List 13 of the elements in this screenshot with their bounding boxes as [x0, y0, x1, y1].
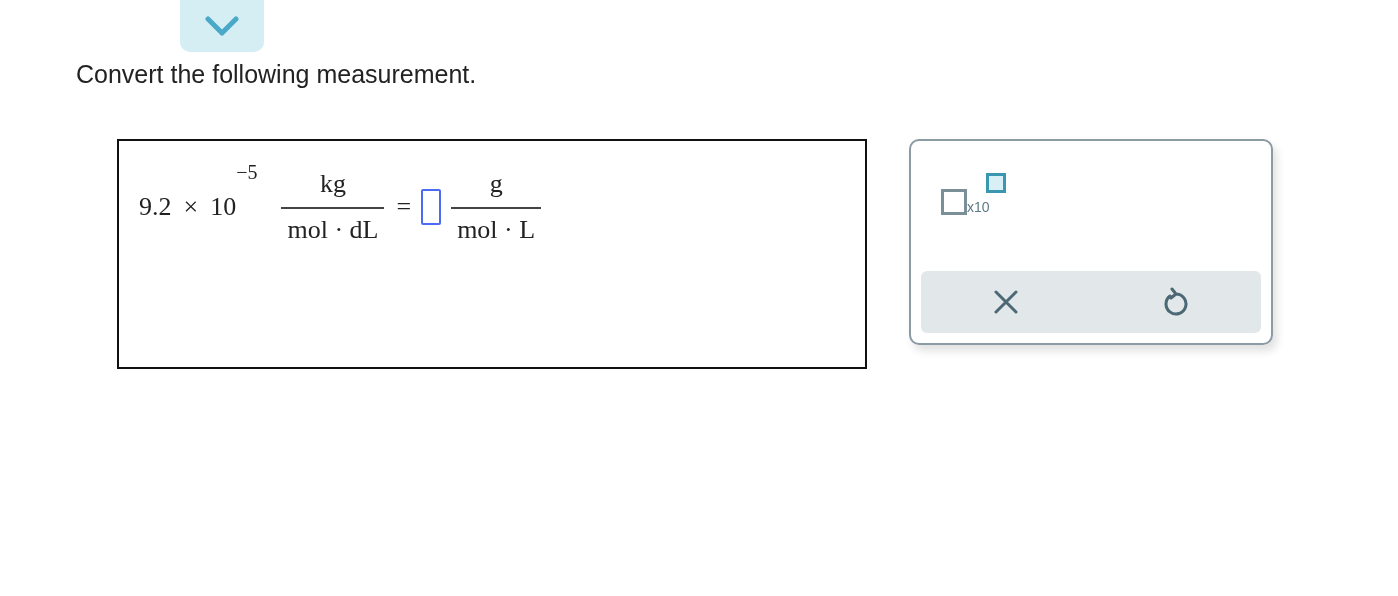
unit-numerator: g — [488, 169, 504, 200]
times-sign: × — [183, 192, 199, 222]
unit-denominator: mol · dL — [286, 214, 380, 245]
equals-sign: = — [396, 192, 412, 222]
chevron-down-icon — [205, 16, 239, 36]
unit-denominator: mol · L — [456, 214, 537, 245]
exponent-text: −5 — [236, 161, 258, 184]
mantissa-text: 9.2 — [139, 192, 172, 222]
answer-field[interactable] — [421, 189, 442, 225]
unit-numerator: kg — [318, 169, 347, 200]
question-text: Convert the following measurement. — [76, 60, 478, 89]
base-text: 10 — [210, 192, 237, 222]
scientific-notation-button[interactable]: x10 — [941, 173, 1006, 217]
